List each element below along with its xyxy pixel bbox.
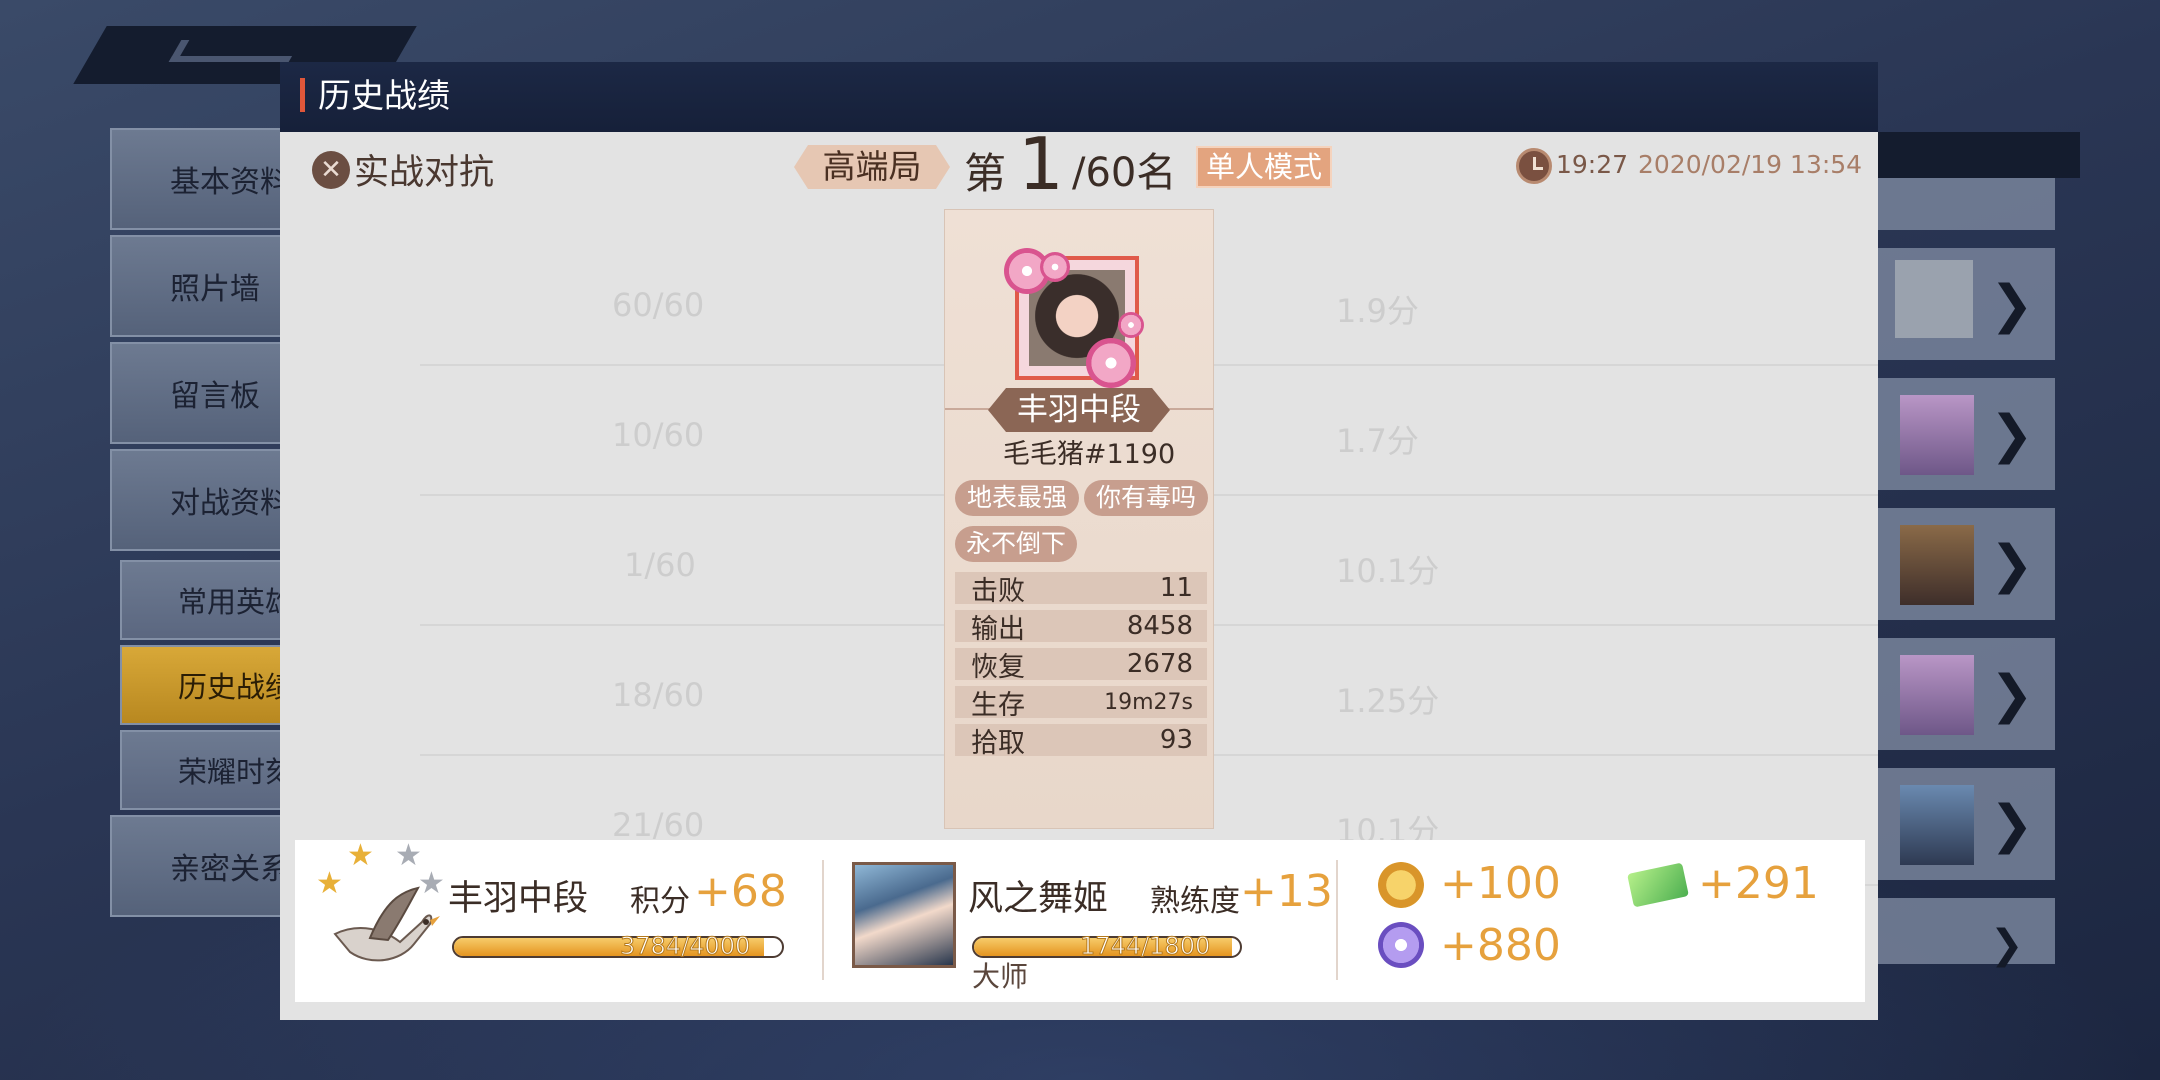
match-datetime: 2020/02/19 13:54 [1638,150,1863,179]
flower-decoration [1040,252,1070,282]
star-coin-icon [1378,922,1424,968]
hero-portrait[interactable] [852,862,956,968]
stat-label: 输出 [971,613,1025,645]
chevron-right-icon[interactable]: ❯ [1990,409,2034,461]
clock-icon [1516,148,1552,184]
sidebar-item-label: 荣耀时刻 [178,755,295,789]
crossed-swords-icon: ✕ [312,150,350,189]
gold-gain: +100 [1440,858,1561,909]
mastery-gain: +13 [1240,866,1333,917]
title-tag: 你有毒吗 [1084,480,1208,516]
chevron-right-icon[interactable]: ❯ [1990,539,2034,591]
gear-item-icon [1900,655,1974,735]
rank-number: 1 [1018,122,1064,206]
score-gain: +68 [694,866,787,917]
tier-tag: 高端局 [794,145,950,189]
sidebar-item-label: 历史战绩 [178,670,295,704]
chevron-right-icon[interactable]: ❯ [1990,920,2024,970]
chevron-right-icon[interactable]: ❯ [1990,669,2034,721]
mode-label: 实战对抗 [354,153,495,193]
row-rating: 1.25分 [1336,682,1440,720]
gear-item-icon [1900,395,1974,475]
stat-value: 19m27s [1104,689,1193,715]
stat-row-survival: 生存 19m27s [955,686,1207,721]
stat-row-damage: 输出 8458 [955,610,1207,645]
stat-value: 11 [1159,573,1193,603]
mastery-label: 熟练度 [1150,884,1240,919]
title-accent [300,78,305,112]
flower-decoration [1086,338,1136,388]
flower-decoration [1118,312,1144,338]
rank-progress-text: 3784/4000 [619,932,751,961]
mode-tag: 单人模式 [1196,146,1332,188]
stat-value: 8458 [1126,611,1193,641]
sidebar-item-label: 对战资料 [170,486,290,521]
player-name: 毛毛猪#1190 [1002,439,1176,470]
chevron-right-icon[interactable]: ❯ [1990,279,2034,331]
row-rating: 10.1分 [1336,552,1440,590]
stat-row-healing: 恢复 2678 [955,648,1207,683]
stat-label: 恢复 [971,651,1025,683]
score-label: 积分 [630,884,690,919]
title-tag: 永不倒下 [955,526,1077,562]
mastery-progress-text: 1744/1800 [1079,932,1211,961]
sidebar-item-label: 常用英雄 [178,585,295,619]
stat-row-pickup: 拾取 93 [955,724,1207,759]
match-mode: ✕ 实战对抗 [312,144,494,195]
chevron-right-icon[interactable]: ❯ [1990,799,2034,851]
row-rating: 1.7分 [1336,422,1419,460]
player-rank-banner: 丰羽中段 [988,388,1170,432]
modal-header [280,62,1878,132]
gold-coin-icon [1378,862,1424,908]
match-duration: 19:27 [1556,150,1629,179]
stat-row-kills: 击败 11 [955,572,1207,607]
row-score: 10/60 [612,416,705,454]
rank-total: /60名 [1072,150,1177,196]
hero-mastery-level: 大师 [972,960,1029,993]
row-rating: 1.9分 [1336,292,1419,330]
stat-label: 击败 [971,575,1025,607]
goose-rank-icon [333,886,440,962]
star-icon: ★ [347,838,374,873]
reward-panel [295,840,1865,1002]
sidebar-item-label: 亲密关系 [170,852,290,887]
divider [1336,860,1338,980]
divider [822,860,824,980]
gear-item-icon [1900,525,1974,605]
row-score: 1/60 [624,546,696,584]
star-gain: +880 [1440,920,1561,971]
gem-gain: +291 [1698,858,1819,909]
stat-label: 生存 [971,689,1025,721]
sidebar-item-label: 留言板 [170,379,260,414]
back-arrow-icon[interactable] [168,40,302,62]
stat-value: 2678 [1126,649,1193,679]
rank-prefix: 第 [964,149,1007,198]
hero-name: 风之舞姬 [968,879,1109,919]
row-score: 18/60 [612,676,705,714]
rank-tier-name: 丰羽中段 [448,879,589,919]
row-score: 60/60 [612,286,705,324]
sidebar-item-label: 照片墙 [170,272,260,307]
modal-title: 历史战绩 [318,76,450,115]
title-tag: 地表最强 [955,480,1079,516]
stat-label: 拾取 [971,727,1025,759]
sidebar-item-label: 基本资料 [170,165,290,200]
item-slot [1895,260,1973,338]
row-score: 21/60 [612,806,705,844]
gear-item-icon [1900,785,1974,865]
stat-value: 93 [1159,725,1193,755]
